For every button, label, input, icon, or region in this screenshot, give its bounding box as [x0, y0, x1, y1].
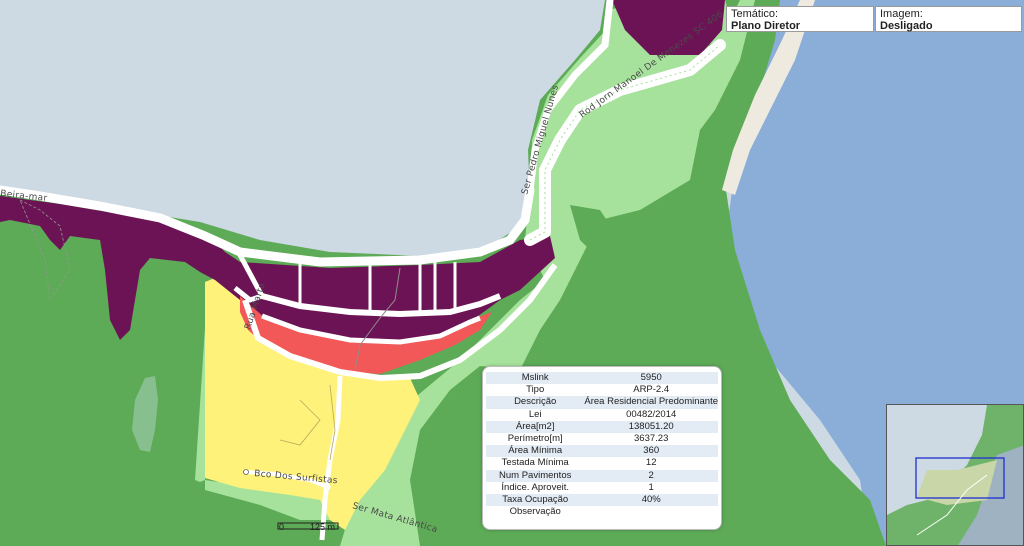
popup-key: Tipo	[486, 384, 585, 397]
popup-key: Observação	[486, 506, 585, 519]
imagem-value: Desligado	[880, 20, 933, 32]
popup-key: Lei	[486, 408, 585, 421]
overview-map-image	[887, 405, 1023, 545]
popup-value: 40%	[584, 493, 718, 507]
popup-row: Num Pavimentos 2	[486, 469, 718, 482]
popup-value: Área Residencial Predominante	[584, 396, 718, 409]
popup-value: 3637.23	[584, 432, 718, 446]
popup-key: Testada Mínima	[486, 457, 585, 470]
scale-bar: 0 125 m	[276, 522, 340, 538]
tematico-value: Plano Diretor	[731, 20, 801, 32]
popup-row: Testada Mínima 12	[486, 457, 718, 470]
popup-key: Perímetro[m]	[486, 432, 585, 446]
imagem-label: Imagem:	[880, 8, 923, 20]
popup-value: 00482/2014	[584, 408, 718, 421]
popup-row: Taxa Ocupação 40%	[486, 493, 718, 507]
road-end-marker	[243, 469, 249, 475]
popup-key: Taxa Ocupação	[486, 493, 585, 507]
feature-info-popup: Mslink 5950 Tipo ARP-2.4 Descrição Área Resid…	[482, 366, 722, 530]
tematico-label: Temático:	[731, 8, 779, 20]
popup-row: Tipo ARP-2.4	[486, 384, 718, 397]
popup-key: Mslink	[486, 372, 585, 385]
popup-value: 138051.20	[584, 420, 718, 433]
popup-row: Área Mínima 360	[486, 445, 718, 458]
popup-key: Área[m2]	[486, 420, 585, 433]
imagem-box[interactable]: Imagem: Desligado	[875, 6, 1022, 32]
popup-value: 12	[584, 457, 718, 470]
popup-value: 1	[584, 481, 718, 494]
popup-row: Índice. Aproveit. 1	[486, 481, 718, 494]
popup-value: 5950	[584, 372, 718, 385]
popup-row: Descrição Área Residencial Predominante	[486, 396, 718, 409]
scale-start: 0	[279, 522, 285, 532]
popup-value: ARP-2.4	[584, 384, 718, 397]
popup-row: Área[m2] 138051.20	[486, 420, 718, 433]
overview-map[interactable]	[886, 404, 1024, 546]
popup-value: 2	[584, 469, 718, 482]
popup-key: Índice. Aproveit.	[486, 481, 585, 494]
popup-key: Área Mínima	[486, 445, 585, 458]
tematico-box[interactable]: Temático: Plano Diretor	[726, 6, 874, 32]
popup-key: Num Pavimentos	[486, 469, 585, 482]
popup-value	[584, 506, 718, 519]
popup-row: Observação	[486, 506, 718, 519]
feature-info-table: Mslink 5950 Tipo ARP-2.4 Descrição Área Resid…	[486, 372, 718, 519]
scale-end: 125 m	[310, 522, 336, 532]
popup-row: Lei 00482/2014	[486, 408, 718, 421]
popup-key: Descrição	[486, 396, 585, 409]
popup-row: Mslink 5950	[486, 372, 718, 385]
popup-row: Perímetro[m] 3637.23	[486, 432, 718, 446]
popup-value: 360	[584, 445, 718, 458]
